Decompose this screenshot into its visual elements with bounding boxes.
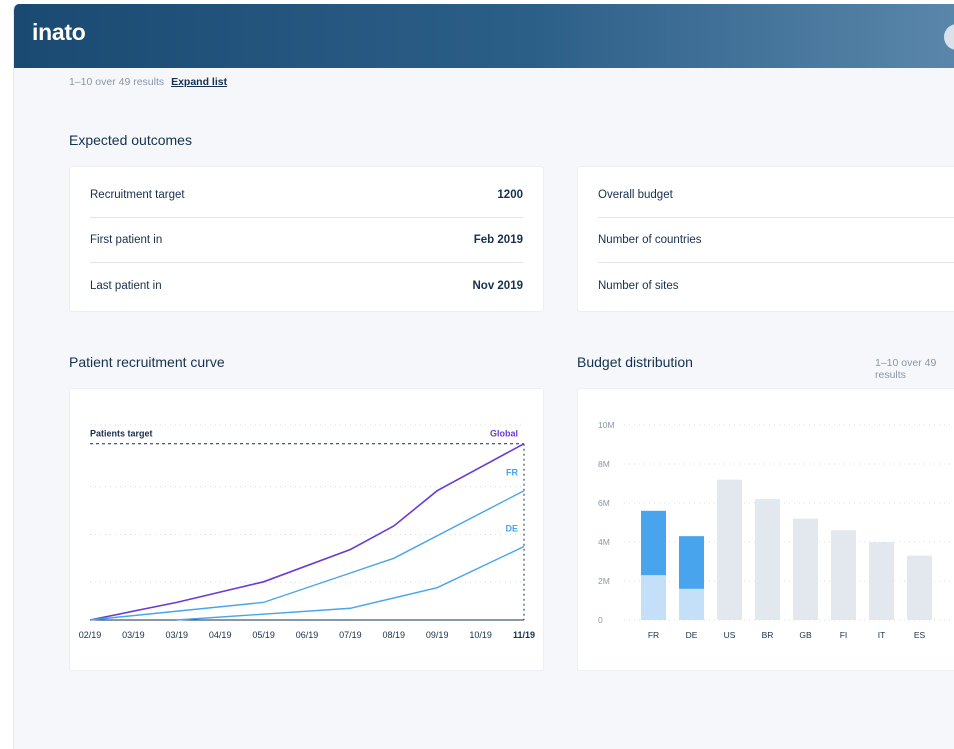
outcome-row: Overall budget [598, 173, 954, 218]
budget-chart: 0 2M 4M 6M 8M 10M FR DE US BR GB FI IT ES [598, 420, 954, 640]
avatar[interactable] [944, 24, 954, 50]
x-tick-label: GB [799, 630, 812, 640]
x-tick-label: IT [878, 630, 886, 640]
series-label-fr: FR [506, 468, 518, 478]
outcome-row: Last patient in Nov 2019 [90, 263, 523, 308]
x-tick-label: FR [648, 630, 659, 640]
outcome-value: 1200 [497, 189, 523, 201]
outcome-value: Feb 2019 [473, 234, 523, 246]
x-tick-label: 10/19 [469, 630, 492, 640]
outcome-row: Number of sites [598, 263, 954, 308]
y-tick-label: 2M [598, 576, 610, 586]
outcome-row: First patient in Feb 2019 [90, 218, 523, 263]
bar-de [679, 536, 704, 589]
x-tick-label: FI [840, 630, 848, 640]
budget-title: Budget distribution [577, 354, 693, 370]
series-label-global: Global [490, 429, 518, 439]
expected-outcomes-title: Expected outcomes [69, 132, 192, 148]
outcome-label: First patient in [90, 234, 163, 246]
top-header: inato [14, 4, 954, 68]
x-tick-label: 08/19 [383, 630, 406, 640]
outcome-label: Last patient in [90, 279, 162, 292]
x-tick-label: 09/19 [426, 630, 449, 640]
y-tick-label: 10M [598, 420, 615, 430]
bar-it [869, 542, 894, 620]
expand-list-link[interactable]: Expand list [171, 76, 227, 88]
outcome-label: Number of countries [598, 234, 702, 246]
x-tick-label: US [724, 630, 736, 640]
y-tick-label: 8M [598, 459, 610, 469]
y-tick-label: 0 [598, 615, 603, 625]
recruitment-card: Patients target Global FR DE 02/19 03/19 03/19… [69, 388, 544, 671]
x-tick-label: DE [686, 630, 698, 640]
series-line-fr [89, 490, 525, 621]
app-logo[interactable]: inato [32, 19, 86, 46]
x-tick-label: 03/19 [122, 630, 145, 640]
x-tick-label: 05/19 [252, 630, 275, 640]
bar-fi [831, 530, 856, 620]
series-line-de [176, 545, 525, 621]
series-line-global [89, 442, 525, 621]
app-frame: inato 1–10 over 49 results Expand list E… [13, 4, 954, 749]
results-count: 1–10 over 49 results [69, 76, 165, 88]
x-tick-label: 02/19 [79, 630, 102, 640]
budget-results-count: 1–10 over 49 results [875, 357, 937, 381]
y-tick-label: 4M [598, 537, 610, 547]
outcomes-card-right: Overall budget Number of countries Numbe… [577, 166, 954, 312]
bar-de [679, 588, 704, 620]
x-tick-label: 03/19 [166, 630, 189, 640]
x-tick-label: 06/19 [296, 630, 319, 640]
x-tick-label: 04/19 [209, 630, 232, 640]
bar-us [717, 479, 742, 620]
target-label: Patients target [90, 429, 153, 439]
y-tick-label: 6M [598, 498, 610, 508]
recruitment-title: Patient recruitment curve [69, 354, 225, 370]
budget-card: 0 2M 4M 6M 8M 10M FR DE US BR GB FI IT ES [577, 388, 954, 671]
outcome-row: Recruitment target 1200 [90, 173, 523, 218]
outcome-row: Number of countries [598, 218, 954, 263]
outcome-label: Number of sites [598, 279, 679, 292]
outcomes-card-left: Recruitment target 1200 First patient in… [69, 166, 544, 312]
bar-br [755, 499, 780, 620]
x-tick-label: 07/19 [339, 630, 362, 640]
outcome-label: Overall budget [598, 189, 673, 201]
bar-fr [641, 575, 666, 620]
outcome-label: Recruitment target [90, 189, 185, 201]
x-tick-label: ES [914, 630, 926, 640]
results-summary: 1–10 over 49 results Expand list [69, 76, 227, 88]
x-tick-label: BR [762, 630, 774, 640]
x-tick-label: 11/19 [513, 630, 535, 640]
outcome-value: Nov 2019 [472, 279, 523, 292]
recruitment-chart: Patients target Global FR DE 02/19 03/19 03/19… [79, 424, 535, 640]
bar-fr [641, 510, 666, 576]
bar-es [907, 555, 932, 620]
bar-gb [793, 518, 818, 620]
series-label-de: DE [505, 524, 518, 534]
